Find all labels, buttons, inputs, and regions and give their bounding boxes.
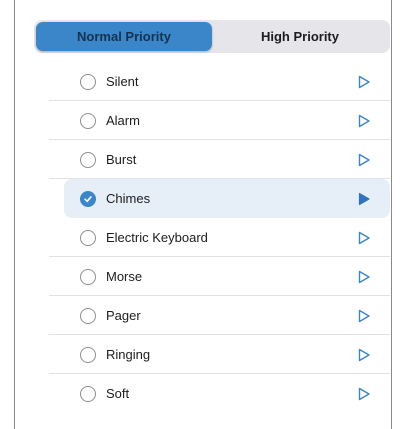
sound-row-burst[interactable]: Burst <box>49 140 390 179</box>
sound-label: Soft <box>106 386 130 401</box>
sound-label: Morse <box>106 269 143 284</box>
play-icon[interactable] <box>356 113 372 129</box>
sound-row-electric-keyboard[interactable]: Electric Keyboard <box>49 218 390 257</box>
sound-label: Alarm <box>106 113 140 128</box>
radio-unchecked-icon[interactable] <box>80 346 96 363</box>
tab-normal-priority[interactable]: Normal Priority <box>36 22 212 51</box>
play-icon[interactable] <box>356 74 372 90</box>
play-icon[interactable] <box>356 347 372 363</box>
radio-unchecked-icon[interactable] <box>80 229 96 246</box>
sound-picker-panel: Normal Priority High Priority Silent Ala… <box>14 0 392 429</box>
sound-list: Silent Alarm Burst Chimes Electric Keybo… <box>49 62 390 413</box>
sound-row-alarm[interactable]: Alarm <box>49 101 390 140</box>
sound-label: Electric Keyboard <box>106 230 208 245</box>
sound-label: Ringing <box>106 347 151 362</box>
sound-label: Pager <box>106 308 141 323</box>
sound-row-ringing[interactable]: Ringing <box>49 335 390 374</box>
play-icon[interactable] <box>356 386 372 402</box>
sound-row-soft[interactable]: Soft <box>49 374 390 413</box>
play-icon[interactable] <box>356 308 372 324</box>
sound-row-pager[interactable]: Pager <box>49 296 390 335</box>
sound-label: Silent <box>106 74 139 89</box>
checkmark-circle-icon[interactable] <box>80 190 96 207</box>
radio-unchecked-icon[interactable] <box>80 268 96 285</box>
play-icon[interactable] <box>356 230 372 246</box>
play-icon[interactable] <box>356 152 372 168</box>
radio-unchecked-icon[interactable] <box>80 73 96 90</box>
play-filled-icon[interactable] <box>356 191 372 207</box>
radio-unchecked-icon[interactable] <box>80 307 96 324</box>
sound-label: Burst <box>106 152 137 167</box>
radio-unchecked-icon[interactable] <box>80 151 96 168</box>
radio-unchecked-icon[interactable] <box>80 385 96 402</box>
tab-high-priority[interactable]: High Priority <box>212 22 388 51</box>
priority-segmented-control: Normal Priority High Priority <box>34 20 390 53</box>
sound-row-morse[interactable]: Morse <box>49 257 390 296</box>
radio-unchecked-icon[interactable] <box>80 112 96 129</box>
play-icon[interactable] <box>356 269 372 285</box>
sound-row-silent[interactable]: Silent <box>49 62 390 101</box>
sound-label: Chimes <box>106 191 151 206</box>
sound-row-chimes[interactable]: Chimes <box>64 179 390 218</box>
